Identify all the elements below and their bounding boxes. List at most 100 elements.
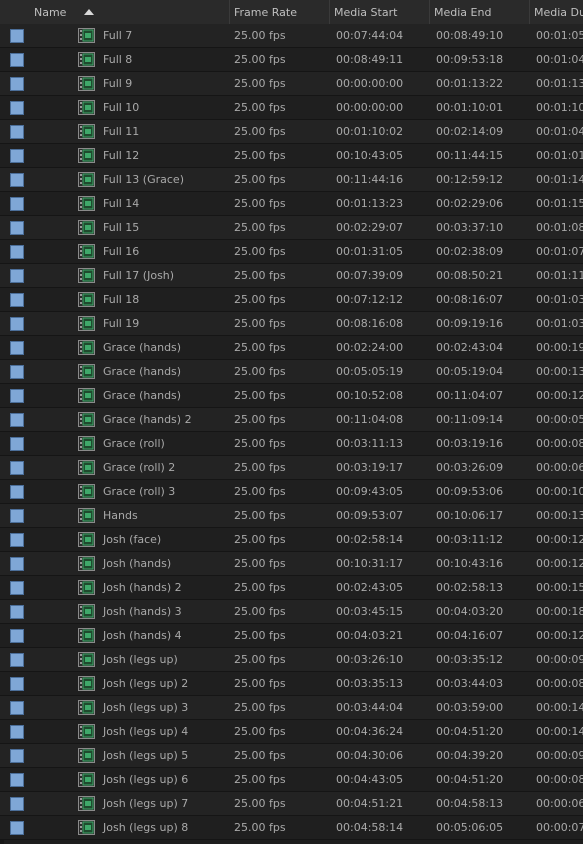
label-color-swatch[interactable] xyxy=(10,269,24,283)
clip-row[interactable]: Full 7 25.00 fps 00:07:44:04 00:08:49:10 00:… xyxy=(0,24,583,48)
label-color-swatch[interactable] xyxy=(10,173,24,187)
clip-row[interactable]: Grace (roll) 3 25.00 fps 00:09:43:05 00:09:… xyxy=(0,480,583,504)
video-clip-icon xyxy=(78,292,95,307)
video-clip-icon xyxy=(78,724,95,739)
clip-media-duration: 00:00:13 xyxy=(536,365,583,378)
clip-row[interactable]: Josh (legs up) 25.00 fps 00:03:26:10 00:03:… xyxy=(0,648,583,672)
clip-row[interactable]: Full 16 25.00 fps 00:01:31:05 00:02:38:09 00… xyxy=(0,240,583,264)
label-color-swatch[interactable] xyxy=(10,125,24,139)
label-color-swatch[interactable] xyxy=(10,485,24,499)
clip-row[interactable]: Full 17 (Josh) 25.00 fps 00:07:39:09 00:08:… xyxy=(0,264,583,288)
video-clip-icon xyxy=(78,772,95,787)
video-clip-icon xyxy=(78,748,95,763)
clip-row[interactable]: Hands 25.00 fps 00:09:53:07 00:10:06:17 00:0… xyxy=(0,504,583,528)
clip-row[interactable]: Full 19 25.00 fps 00:08:16:08 00:09:19:16 00… xyxy=(0,312,583,336)
label-color-swatch[interactable] xyxy=(10,773,24,787)
label-color-swatch[interactable] xyxy=(10,629,24,643)
label-color-swatch[interactable] xyxy=(10,677,24,691)
clip-row[interactable]: Josh (hands) 4 25.00 fps 00:04:03:21 00:04:… xyxy=(0,624,583,648)
label-color-swatch[interactable] xyxy=(10,365,24,379)
label-color-swatch[interactable] xyxy=(10,509,24,523)
label-color-swatch[interactable] xyxy=(10,653,24,667)
label-color-swatch[interactable] xyxy=(10,29,24,43)
clip-row[interactable]: Josh (legs up) 6 25.00 fps 00:04:43:05 00:0… xyxy=(0,768,583,792)
clip-row[interactable]: Full 8 25.00 fps 00:08:49:11 00:09:53:18 00:… xyxy=(0,48,583,72)
video-clip-icon xyxy=(78,580,95,595)
label-color-swatch[interactable] xyxy=(10,245,24,259)
video-clip-icon xyxy=(78,700,95,715)
label-color-swatch[interactable] xyxy=(10,197,24,211)
label-color-swatch[interactable] xyxy=(10,701,24,715)
label-color-swatch[interactable] xyxy=(10,341,24,355)
label-color-swatch[interactable] xyxy=(10,821,24,835)
clip-row[interactable]: Josh (legs up) 5 25.00 fps 00:04:30:06 00:0… xyxy=(0,744,583,768)
label-color-swatch[interactable] xyxy=(10,77,24,91)
clip-row[interactable]: Josh (legs up) 7 25.00 fps 00:04:51:21 00:0… xyxy=(0,792,583,816)
label-color-swatch[interactable] xyxy=(10,749,24,763)
clip-media-duration: 00:01:08 xyxy=(536,221,583,234)
clip-row[interactable]: Josh (legs up) 8 25.00 fps 00:04:58:14 00:0… xyxy=(0,816,583,840)
label-color-swatch[interactable] xyxy=(10,317,24,331)
column-header-name[interactable]: Name xyxy=(30,0,229,24)
label-color-swatch[interactable] xyxy=(10,293,24,307)
column-header-media-end[interactable]: Media End xyxy=(429,0,529,24)
clip-frame-rate: 25.00 fps xyxy=(234,125,286,138)
label-color-swatch[interactable] xyxy=(10,101,24,115)
clip-row[interactable]: Grace (hands) 25.00 fps 00:02:24:00 00:02:4… xyxy=(0,336,583,360)
label-color-swatch[interactable] xyxy=(10,557,24,571)
clip-row[interactable]: Grace (hands) 25.00 fps 00:10:52:08 00:11:0… xyxy=(0,384,583,408)
clip-row[interactable]: Josh (legs up) 3 25.00 fps 00:03:44:04 00:0… xyxy=(0,696,583,720)
label-color-swatch[interactable] xyxy=(10,533,24,547)
clip-row[interactable]: Grace (roll) 25.00 fps 00:03:11:13 00:03:19… xyxy=(0,432,583,456)
clip-row[interactable]: Full 14 25.00 fps 00:01:13:23 00:02:29:06 00… xyxy=(0,192,583,216)
clip-frame-rate: 25.00 fps xyxy=(234,605,286,618)
column-header-frame-rate[interactable]: Frame Rate xyxy=(229,0,329,24)
label-color-swatch[interactable] xyxy=(10,797,24,811)
clip-media-duration: 00:00:15 xyxy=(536,581,583,594)
clip-row[interactable]: Full 9 25.00 fps 00:00:00:00 00:01:13:22 00:… xyxy=(0,72,583,96)
clip-row[interactable]: Full 18 25.00 fps 00:07:12:12 00:08:16:07 00… xyxy=(0,288,583,312)
clip-row[interactable]: Josh (legs up) 2 25.00 fps 00:03:35:13 00:0… xyxy=(0,672,583,696)
clip-media-start: 00:09:53:07 xyxy=(336,509,404,522)
clip-row[interactable]: Josh (face) 25.00 fps 00:02:58:14 00:03:11:… xyxy=(0,528,583,552)
clip-media-end: 00:05:19:04 xyxy=(436,365,504,378)
clip-media-start: 00:10:31:17 xyxy=(336,557,404,570)
label-color-swatch[interactable] xyxy=(10,53,24,67)
label-color-swatch[interactable] xyxy=(10,413,24,427)
clip-row[interactable]: Full 12 25.00 fps 00:10:43:05 00:11:44:15 00… xyxy=(0,144,583,168)
column-header-media-start[interactable]: Media Start xyxy=(329,0,429,24)
clip-media-duration: 00:00:14 xyxy=(536,725,583,738)
clip-row[interactable]: Grace (roll) 2 25.00 fps 00:03:19:17 00:03:… xyxy=(0,456,583,480)
label-color-swatch[interactable] xyxy=(10,389,24,403)
clip-name: Grace (hands) xyxy=(103,389,182,402)
clip-frame-rate: 25.00 fps xyxy=(234,581,286,594)
clip-media-end: 00:12:59:12 xyxy=(436,173,504,186)
clip-media-start: 00:04:30:06 xyxy=(336,749,404,762)
sort-ascending-icon[interactable] xyxy=(83,9,94,15)
clip-row[interactable]: Full 15 25.00 fps 00:02:29:07 00:03:37:10 00… xyxy=(0,216,583,240)
clip-row[interactable]: Josh (legs up) 4 25.00 fps 00:04:36:24 00:0… xyxy=(0,720,583,744)
clip-row[interactable]: Josh (hands) 2 25.00 fps 00:02:43:05 00:02:… xyxy=(0,576,583,600)
clip-row[interactable]: Josh (hands) 25.00 fps 00:10:31:17 00:10:43… xyxy=(0,552,583,576)
label-color-swatch[interactable] xyxy=(10,461,24,475)
column-header-media-duration[interactable]: Media Du xyxy=(529,0,583,24)
clip-row[interactable]: Josh (hands) 3 25.00 fps 00:03:45:15 00:04:… xyxy=(0,600,583,624)
clip-row[interactable]: Full 13 (Grace) 25.00 fps 00:11:44:16 00:12… xyxy=(0,168,583,192)
label-color-swatch[interactable] xyxy=(10,437,24,451)
video-clip-icon xyxy=(78,268,95,283)
clip-row[interactable]: Grace (hands) 2 25.00 fps 00:11:04:08 00:11… xyxy=(0,408,583,432)
clip-frame-rate: 25.00 fps xyxy=(234,677,286,690)
clip-name: Full 9 xyxy=(103,77,133,90)
clip-media-start: 00:02:43:05 xyxy=(336,581,404,594)
clip-media-start: 00:10:43:05 xyxy=(336,149,404,162)
label-color-swatch[interactable] xyxy=(10,581,24,595)
clip-media-end: 00:04:39:20 xyxy=(436,749,504,762)
clip-row[interactable]: Grace (hands) 25.00 fps 00:05:05:19 00:05:1… xyxy=(0,360,583,384)
clip-row[interactable]: Full 10 25.00 fps 00:00:00:00 00:01:10:01 00… xyxy=(0,96,583,120)
video-clip-icon xyxy=(78,100,95,115)
label-color-swatch[interactable] xyxy=(10,605,24,619)
label-color-swatch[interactable] xyxy=(10,149,24,163)
label-color-swatch[interactable] xyxy=(10,221,24,235)
label-color-swatch[interactable] xyxy=(10,725,24,739)
clip-row[interactable]: Full 11 25.00 fps 00:01:10:02 00:02:14:09 00… xyxy=(0,120,583,144)
